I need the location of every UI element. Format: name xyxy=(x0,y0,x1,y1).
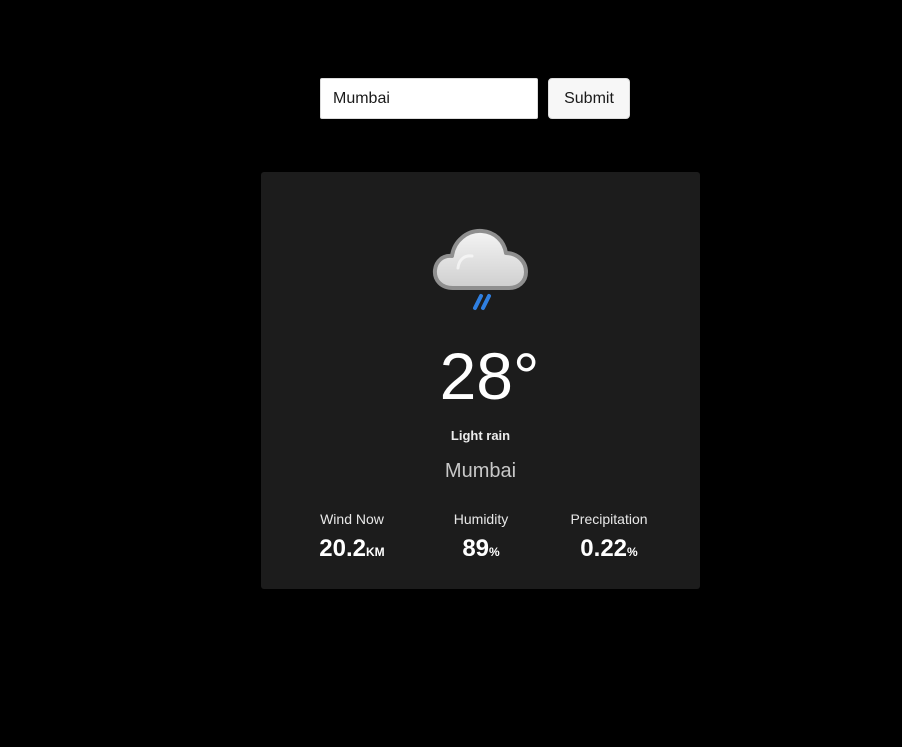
weather-app: Submit 28° Light rain Mumbai Wind Now 20… xyxy=(0,0,902,747)
temperature: 28° xyxy=(439,339,540,413)
stat-number: 0.22 xyxy=(580,535,628,562)
cloud-rain-icon xyxy=(432,228,528,310)
cloud-shape xyxy=(432,228,528,290)
rain-drop-right xyxy=(481,294,491,310)
rain-drop-left xyxy=(473,294,483,310)
stat-precipitation: Precipitation 0.22% xyxy=(539,510,679,565)
stat-wind: Wind Now 20.2KM xyxy=(282,510,422,565)
stat-unit: KM xyxy=(366,545,385,559)
stat-humidity: Humidity 89% xyxy=(411,510,551,565)
stat-label: Precipitation xyxy=(570,511,648,527)
weather-condition: Light rain xyxy=(450,428,511,443)
stat-value: 89% xyxy=(411,536,551,565)
stat-value: 20.2KM xyxy=(282,536,422,565)
stat-value: 0.22% xyxy=(539,536,679,565)
weather-stats: Wind Now 20.2KM Humidity 89% Precipitati… xyxy=(261,510,700,570)
stat-label: Wind Now xyxy=(320,511,384,527)
stat-number: 89 xyxy=(462,535,490,562)
city-name: Mumbai xyxy=(444,460,517,482)
stat-unit: % xyxy=(489,545,500,559)
submit-button[interactable]: Submit xyxy=(548,78,630,119)
city-input[interactable] xyxy=(320,78,538,119)
stat-label: Humidity xyxy=(453,511,509,527)
weather-card: 28° Light rain Mumbai Wind Now 20.2KM Hu… xyxy=(261,172,700,589)
stat-unit: % xyxy=(627,545,638,559)
search-form: Submit xyxy=(320,78,630,119)
stat-number: 20.2 xyxy=(319,535,367,562)
